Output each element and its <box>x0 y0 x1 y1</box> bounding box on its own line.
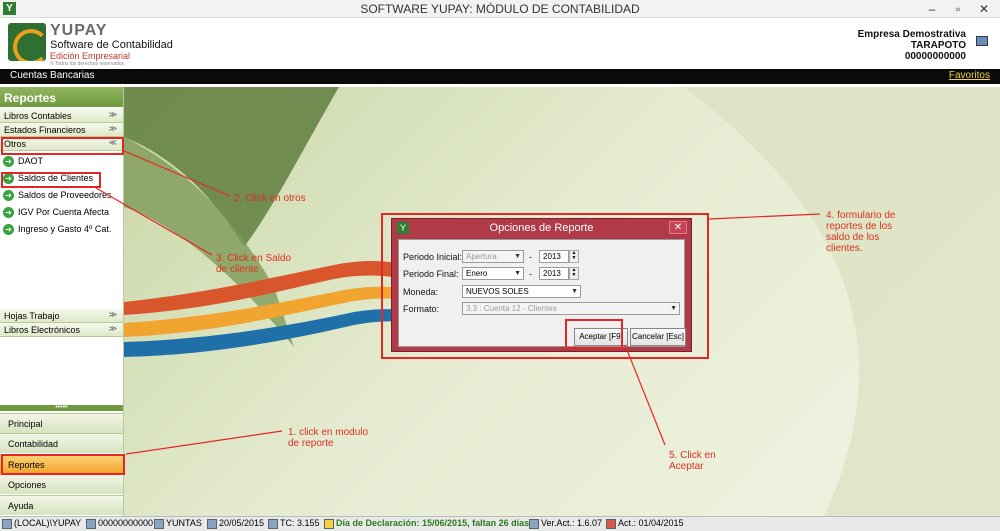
status-server-text: (LOCAL)\YUPAY <box>14 518 82 528</box>
annotation-step3-line2: de cliente <box>216 264 259 275</box>
id-card-icon <box>86 519 96 529</box>
annotation-step1: 1. click en modulo de reporte <box>288 427 368 449</box>
annotation-step4-line2: reportes de los <box>826 221 893 232</box>
dollar-icon <box>268 519 278 529</box>
user-icon <box>154 519 164 529</box>
server-icon <box>2 519 12 529</box>
status-user-text: YUNTAS <box>166 518 202 528</box>
calendar-icon <box>606 519 616 529</box>
annotation-step4-line1: 4. formulario de <box>826 210 896 221</box>
status-server: (LOCAL)\YUPAY <box>2 518 81 531</box>
status-version: Ver.Act.: 1.6.07 <box>529 518 602 531</box>
status-updated-text: Act.: 01/04/2015 <box>618 518 684 528</box>
annotation-step3-line1: 3. Click en Saldo <box>216 253 292 264</box>
status-bar: (LOCAL)\YUPAY 00000000000 YUNTAS 20/05/2… <box>0 516 1000 531</box>
annotation-step1-line2: de reporte <box>288 438 334 449</box>
status-tc: TC: 3.155 <box>268 518 320 531</box>
annotation-step5-line1: 5. Click en <box>669 450 716 461</box>
annotation-step4-line4: clientes. <box>826 243 863 254</box>
annotation-step1-line1: 1. click en modulo <box>288 427 369 438</box>
line-step5 <box>624 344 666 446</box>
status-date-text: 20/05/2015 <box>219 518 265 528</box>
status-declaration-text: Día de Declaración: 15/06/2015, faltan 2… <box>336 518 530 528</box>
calendar-icon <box>207 519 217 529</box>
line-step3 <box>95 187 213 256</box>
status-tc-text: TC: 3.155 <box>280 518 320 528</box>
lightbulb-icon <box>324 519 334 529</box>
annotation-step5-line2: Aceptar <box>669 461 704 472</box>
annotation-step4-line3: saldo de los <box>826 232 880 243</box>
annotation-step5: 5. Click en Aceptar <box>669 450 716 472</box>
status-ruc-text: 00000000000 <box>98 518 154 528</box>
line-step1 <box>125 430 283 455</box>
line-step4 <box>708 213 821 220</box>
check-icon <box>529 519 539 529</box>
annotation-step2: 2. Click en otros <box>234 193 306 204</box>
line-step2 <box>123 150 231 197</box>
status-updated: Act.: 01/04/2015 <box>606 518 684 531</box>
status-version-text: Ver.Act.: 1.6.07 <box>541 518 603 528</box>
status-user: YUNTAS <box>154 518 202 531</box>
annotation-step4: 4. formulario de reportes de los saldo d… <box>826 210 895 254</box>
annotation-step3: 3. Click en Saldo de cliente <box>216 253 291 275</box>
status-ruc: 00000000000 <box>86 518 153 531</box>
status-declaration: Día de Declaración: 15/06/2015, faltan 2… <box>324 518 529 531</box>
annotation-lines <box>95 150 821 455</box>
status-date: 20/05/2015 <box>207 518 264 531</box>
